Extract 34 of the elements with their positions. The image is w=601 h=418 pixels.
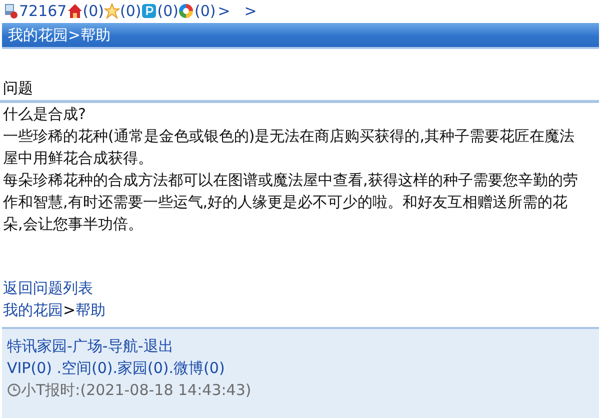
counter-link[interactable]: (0) bbox=[194, 2, 216, 20]
breadcrumb-separator: > bbox=[63, 300, 76, 321]
stat-link[interactable]: .微博(0) bbox=[168, 357, 225, 379]
counter-link[interactable]: (0) bbox=[157, 2, 178, 20]
footer-link[interactable]: 退出 bbox=[143, 335, 174, 357]
p-icon bbox=[141, 3, 158, 19]
stat-link[interactable]: .空间(0) bbox=[56, 357, 113, 379]
section-title: 问题 bbox=[3, 79, 33, 97]
separator-text: - bbox=[138, 336, 144, 357]
answer-paragraph: 一些珍稀的花种(通常是金色或银色的)是无法在商店购买获得的,其种子需要花匠在魔法屋中用鲜花合成获得。 bbox=[3, 126, 576, 169]
breadcrumb-link[interactable]: 我的花园 bbox=[3, 299, 63, 321]
separator-text: - bbox=[67, 336, 72, 357]
stat-link[interactable]: VIP(0) bbox=[7, 357, 57, 379]
arrow-link[interactable]: > bbox=[218, 2, 230, 20]
footer-link[interactable]: 广场 bbox=[72, 335, 102, 357]
stat-link[interactable]: .家园(0) bbox=[112, 357, 169, 379]
clock-icon bbox=[7, 383, 21, 397]
question-title: 什么是合成? bbox=[3, 104, 87, 125]
house-icon bbox=[66, 3, 83, 19]
breadcrumb-separator: > bbox=[68, 26, 81, 44]
star-icon bbox=[104, 3, 120, 19]
breadcrumb-link[interactable]: 我的花园 bbox=[8, 26, 68, 44]
breadcrumb-link[interactable]: 帮助 bbox=[76, 299, 106, 321]
breadcrumb-current: 帮助 bbox=[80, 26, 111, 44]
back-link[interactable]: 返回问题列表 bbox=[3, 277, 93, 299]
footer-link[interactable]: 特讯家园 bbox=[7, 335, 67, 357]
answer-paragraph: 每朵珍稀花种的合成方法都可以在图谱或魔法屋中查看,获得这样的种子需要您辛勤的劳作和智慧,有时还需要一些运气,好的人缘更是必不可少的啦。和好友互相赠送所需的花朵,会让您事半功倍。 bbox=[3, 170, 579, 235]
arrow-link[interactable]: > bbox=[244, 2, 257, 20]
counter-link[interactable]: (0) bbox=[120, 2, 142, 20]
clock-text: 小T报时:(2021-08-18 14:43:43) bbox=[21, 380, 252, 401]
counter-link[interactable]: (0) bbox=[82, 2, 104, 20]
footer-link[interactable]: 导航 bbox=[108, 335, 138, 357]
separator-text: - bbox=[102, 336, 108, 357]
user-id-link[interactable]: 72167 bbox=[19, 2, 67, 20]
